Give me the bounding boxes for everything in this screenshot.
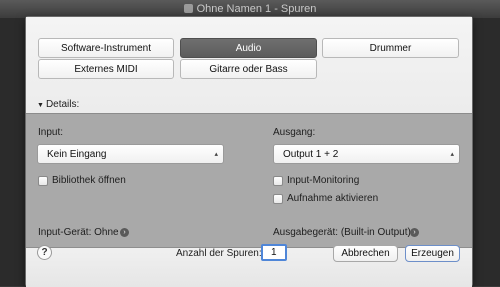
help-button[interactable]: ? (37, 245, 52, 260)
output-label: Ausgang: (273, 127, 316, 138)
window-titlebar: Ohne Namen 1 - Spuren (0, 0, 500, 18)
details-disclosure[interactable]: ▼ Details: (37, 99, 79, 110)
audio-button[interactable]: Audio (180, 38, 317, 58)
library-checkbox[interactable] (38, 176, 48, 186)
cancel-button[interactable]: Abbrechen (333, 245, 398, 262)
track-count-input[interactable]: 1 (261, 244, 287, 261)
guitar-bass-button[interactable]: Gitarre oder Bass (180, 59, 317, 79)
chevron-updown-icon: ▴ (450, 151, 454, 158)
output-device-label: Ausgabegerät: (Built-in Output) (273, 227, 411, 238)
input-label: Input: (38, 127, 64, 138)
software-instrument-button[interactable]: Software-Instrument (38, 38, 174, 58)
input-monitoring-checkbox[interactable] (273, 176, 283, 186)
record-enable-checkbox[interactable] (273, 194, 283, 204)
output-device-arrow-icon[interactable]: › (410, 228, 419, 237)
drummer-button[interactable]: Drummer (322, 38, 459, 58)
input-monitoring-label: Input-Monitoring (287, 175, 360, 186)
divider (26, 113, 472, 114)
record-enable-label: Aufnahme aktivieren (287, 193, 379, 204)
input-select[interactable]: Kein Eingang ▴ (37, 144, 224, 164)
track-count-label: Anzahl der Spuren: (176, 248, 262, 259)
create-button[interactable]: Erzeugen (405, 245, 460, 262)
output-select-value: Output 1 + 2 (283, 149, 339, 160)
background-right (472, 18, 500, 286)
output-select[interactable]: Output 1 + 2 ▴ (273, 144, 460, 164)
window-title: Ohne Namen 1 - Spuren (196, 3, 317, 15)
details-label: Details: (45, 99, 80, 110)
library-label: Bibliothek öffnen (52, 175, 126, 186)
document-icon (183, 4, 193, 13)
input-device-label: Input-Gerät: Ohne (38, 227, 119, 238)
chevron-updown-icon: ▴ (214, 151, 218, 158)
disclosure-triangle-icon: ▼ (37, 102, 44, 109)
input-device-arrow-icon[interactable]: › (120, 228, 129, 237)
input-select-value: Kein Eingang (47, 149, 107, 160)
background-left (0, 18, 26, 286)
new-track-dialog: Software-Instrument Audio Drummer Extern… (26, 17, 472, 287)
external-midi-button[interactable]: Externes MIDI (38, 59, 174, 79)
